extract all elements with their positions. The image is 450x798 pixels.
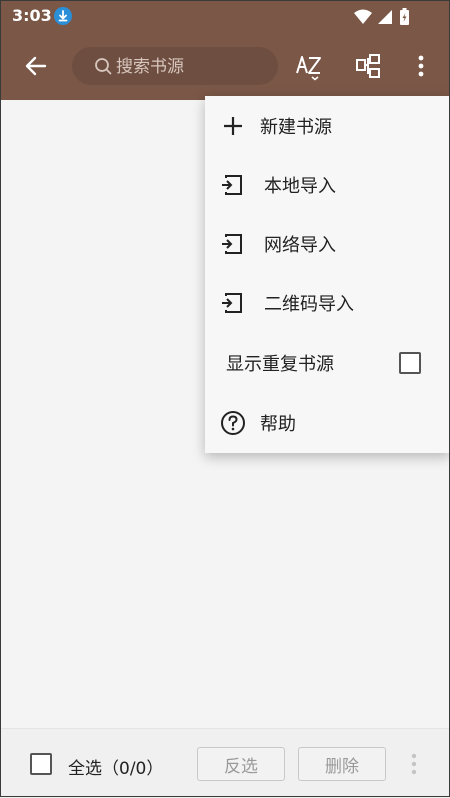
bottom-more-button[interactable] xyxy=(410,753,418,779)
show-duplicates-checkbox[interactable] xyxy=(399,352,421,374)
import-icon xyxy=(218,170,248,200)
group-icon xyxy=(356,54,380,78)
toolbar xyxy=(0,32,450,100)
search-icon xyxy=(94,57,112,79)
menu-item-label: 新建书源 xyxy=(260,117,332,138)
menu-item-new-source[interactable]: 新建书源 xyxy=(205,97,450,155)
import-icon xyxy=(218,288,248,318)
signal-icon xyxy=(378,10,392,24)
menu-item-label: 本地导入 xyxy=(264,176,336,197)
status-time: 3:03 xyxy=(12,6,52,25)
plus-icon xyxy=(218,111,248,141)
import-icon xyxy=(218,229,248,259)
menu-item-label: 二维码导入 xyxy=(264,294,354,315)
menu-item-label: 网络导入 xyxy=(264,235,336,256)
menu-item-help[interactable]: 帮助 xyxy=(205,394,450,452)
back-arrow-icon xyxy=(25,56,47,76)
bottom-action-bar: 全选（0/0） 反选 删除 xyxy=(0,728,450,798)
sort-button[interactable] xyxy=(287,32,331,100)
back-button[interactable] xyxy=(14,32,58,100)
wifi-icon xyxy=(354,9,372,24)
overflow-menu: 新建书源 本地导入 网络导入 二维码导入 显示重复书源 帮助 xyxy=(205,96,450,453)
select-all-checkbox[interactable] xyxy=(30,753,52,775)
menu-item-qr-import[interactable]: 二维码导入 xyxy=(205,274,450,332)
sort-az-icon xyxy=(296,56,321,81)
menu-item-network-import[interactable]: 网络导入 xyxy=(205,215,450,273)
more-vert-icon xyxy=(418,55,424,77)
download-icon xyxy=(54,7,72,25)
search-input[interactable] xyxy=(114,47,268,87)
group-button[interactable] xyxy=(347,32,391,100)
overflow-menu-button[interactable] xyxy=(399,32,443,100)
menu-item-show-duplicates[interactable]: 显示重复书源 xyxy=(205,334,450,392)
menu-item-label: 显示重复书源 xyxy=(226,354,334,375)
help-icon xyxy=(218,408,248,438)
delete-button[interactable]: 删除 xyxy=(298,747,386,781)
battery-icon xyxy=(400,8,409,25)
select-all-label[interactable]: 全选（0/0） xyxy=(68,754,163,779)
menu-item-local-import[interactable]: 本地导入 xyxy=(205,156,450,214)
invert-selection-button[interactable]: 反选 xyxy=(197,747,285,781)
more-vert-icon xyxy=(411,753,417,775)
menu-item-label: 帮助 xyxy=(260,414,296,435)
status-icons xyxy=(354,8,418,30)
status-bar: 3:03 xyxy=(0,0,450,32)
search-box[interactable] xyxy=(72,47,278,87)
